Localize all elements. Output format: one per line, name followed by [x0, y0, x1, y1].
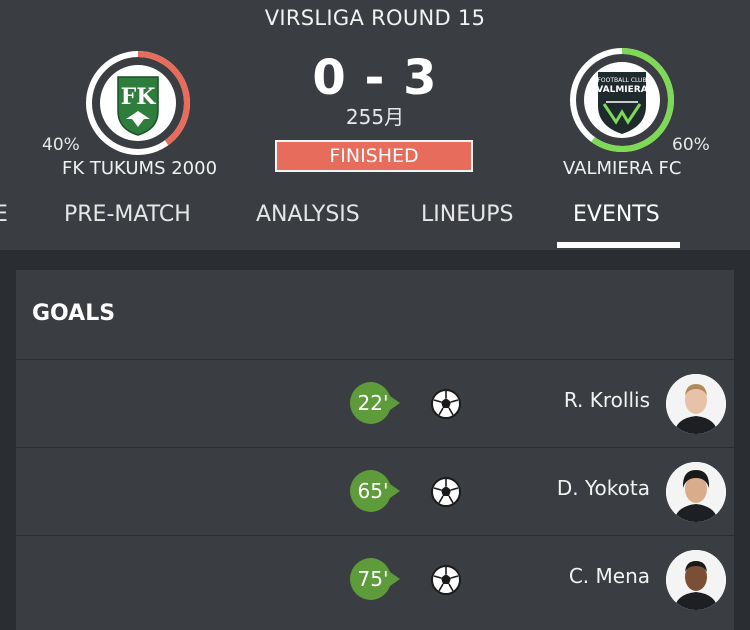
goal-scorer[interactable]: D. Yokota — [557, 476, 650, 500]
away-possession-ring: FOOTBALL CLUB VALMIERA — [570, 48, 674, 152]
home-team-name[interactable]: FK TUKUMS 2000 — [62, 158, 217, 179]
away-team-logo[interactable]: FOOTBALL CLUB VALMIERA — [568, 46, 676, 154]
active-tab-indicator — [557, 242, 680, 248]
minute-badge: 65' — [350, 470, 400, 512]
goal-row[interactable]: 75' C. Mena — [16, 535, 734, 623]
goals-card: GOALS 22' R. Krollis 65' D. Yokota 75' C… — [16, 270, 734, 630]
tab-pre-match[interactable]: PRE-MATCH — [64, 196, 191, 250]
soccer-ball-icon — [431, 565, 461, 595]
goal-minute: 65' — [357, 479, 389, 503]
goal-scorer[interactable]: R. Krollis — [564, 388, 650, 412]
goal-row[interactable]: 65' D. Yokota — [16, 447, 734, 535]
match-header: VIRSLIGA ROUND 15 FK 40% FK TUKUMS 2000 … — [0, 0, 750, 250]
goals-title: GOALS — [32, 301, 116, 326]
away-logo-line1: FOOTBALL CLUB — [597, 77, 646, 84]
minute-badge: 75' — [350, 558, 400, 600]
away-team-name[interactable]: VALMIERA FC — [563, 158, 681, 179]
tab-overview[interactable]: E — [0, 196, 8, 250]
goal-minute: 22' — [357, 391, 389, 415]
player-avatar[interactable] — [666, 374, 726, 434]
minute-badge: 22' — [350, 382, 400, 424]
player-avatar[interactable] — [666, 462, 726, 522]
goal-row[interactable]: 22' R. Krollis — [16, 359, 734, 447]
goal-scorer[interactable]: C. Mena — [569, 564, 650, 588]
away-logo-line2: VALMIERA — [596, 85, 647, 95]
soccer-ball-icon — [431, 477, 461, 507]
goal-minute: 75' — [357, 567, 389, 591]
player-avatar[interactable] — [666, 550, 726, 610]
round-title: VIRSLIGA ROUND 15 — [264, 6, 486, 30]
tab-lineups[interactable]: LINEUPS — [421, 196, 513, 250]
soccer-ball-icon — [431, 389, 461, 419]
home-possession: 40% — [42, 135, 80, 155]
status-badge: FINISHED — [275, 140, 473, 172]
away-possession: 60% — [672, 135, 710, 155]
tab-analysis[interactable]: ANALYSIS — [256, 196, 360, 250]
